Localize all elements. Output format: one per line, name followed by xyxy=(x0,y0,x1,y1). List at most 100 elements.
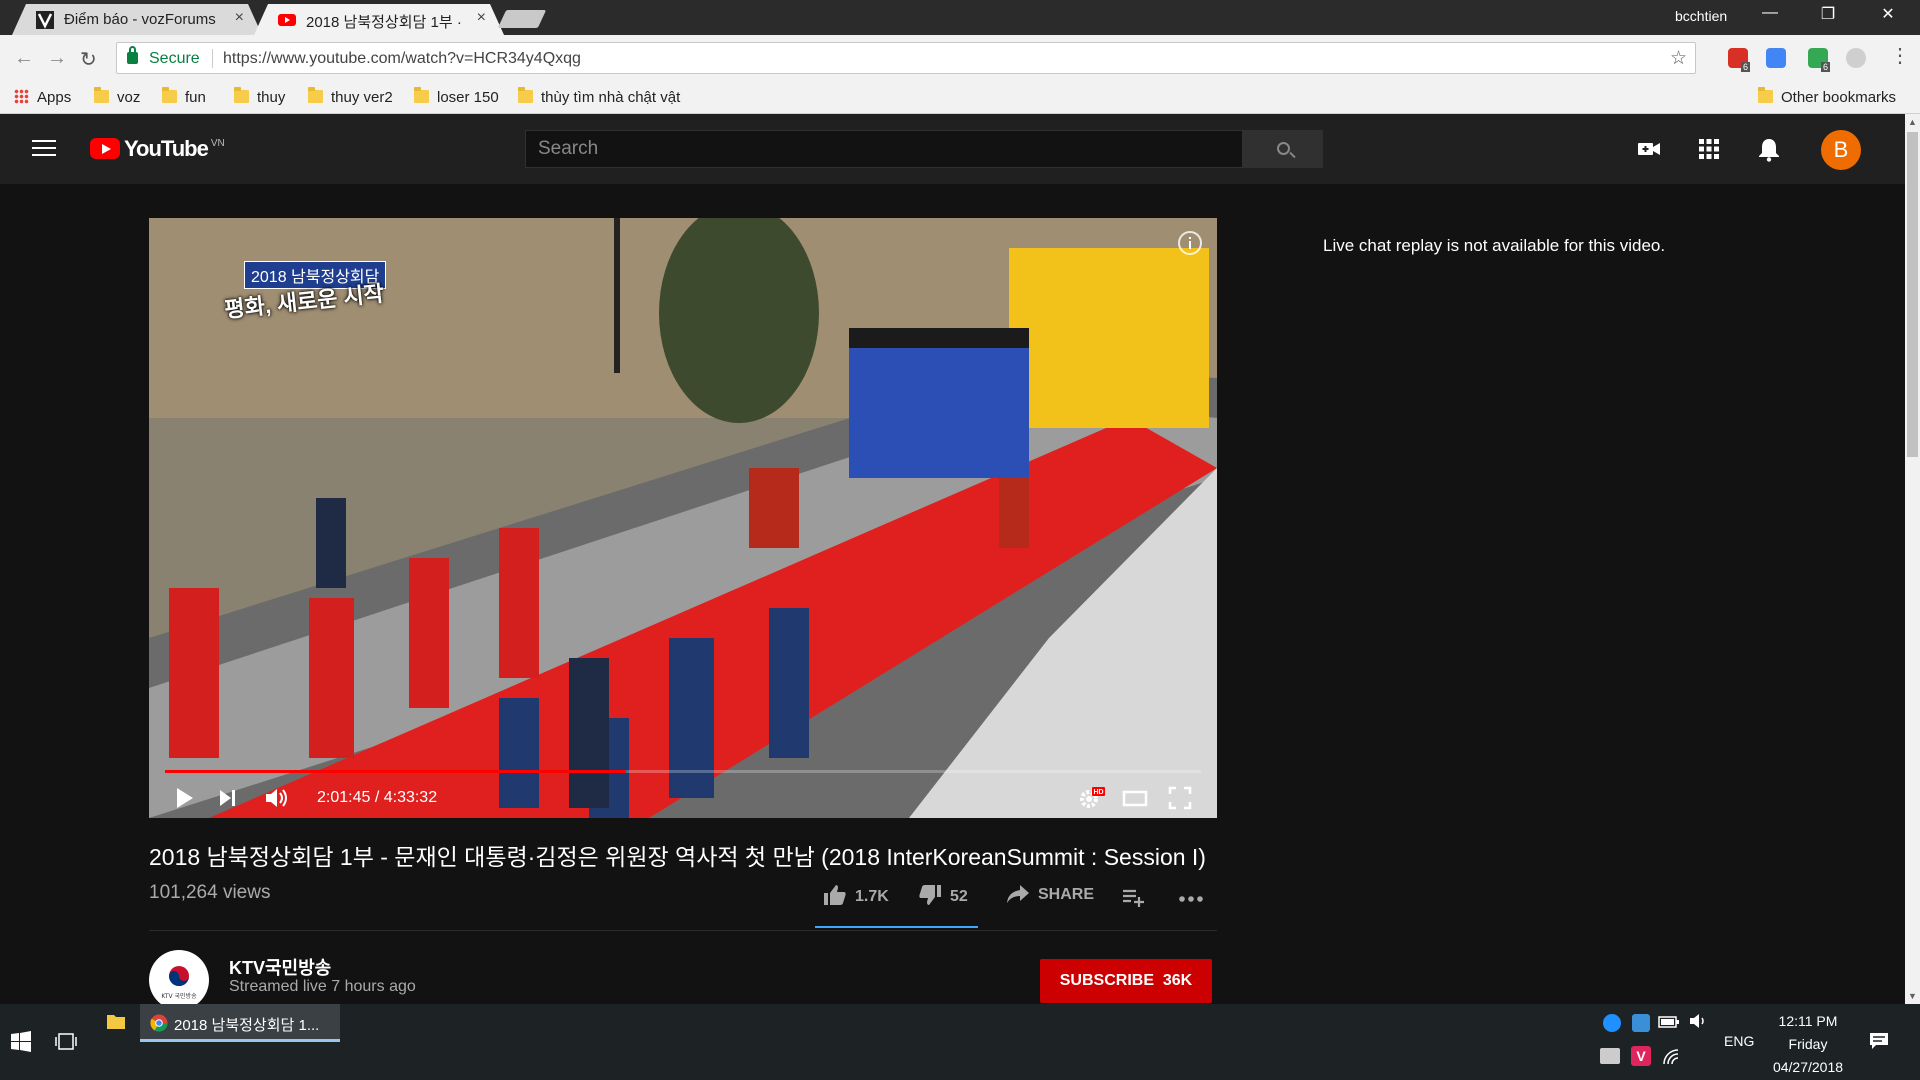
add-to-playlist-icon[interactable] xyxy=(1122,888,1146,908)
bookmark-loser-150[interactable]: loser 150 xyxy=(414,87,499,106)
restore-button[interactable]: ❐ xyxy=(1808,4,1848,24)
youtube-play-logo-icon xyxy=(90,138,120,159)
bookmark-fun[interactable]: fun xyxy=(162,87,206,106)
folder-icon xyxy=(414,87,429,103)
theater-mode-icon[interactable] xyxy=(1121,785,1149,811)
dislike-button[interactable]: 52 xyxy=(918,884,968,906)
minimize-button[interactable]: — xyxy=(1750,4,1790,22)
messenger-tray-icon[interactable] xyxy=(1603,1014,1621,1032)
page-scrollbar[interactable]: ▲ ▼ xyxy=(1905,114,1920,1004)
share-label: SHARE xyxy=(1038,886,1095,903)
tab-youtube[interactable]: 2018 남북정상회담 1부 · × xyxy=(254,4,504,35)
scroll-up-arrow-icon[interactable]: ▲ xyxy=(1908,117,1917,127)
settings-gear-icon[interactable]: HD xyxy=(1077,785,1105,811)
back-arrow-icon[interactable]: ← xyxy=(14,47,34,70)
tab-vozforums[interactable]: Điểm báo - vozForums × xyxy=(12,4,262,35)
apps-grid-icon xyxy=(14,89,29,104)
apps-grid-icon[interactable] xyxy=(1696,136,1722,162)
input-language[interactable]: ENG xyxy=(1724,1033,1754,1049)
like-count: 1.7K xyxy=(855,888,889,905)
volume-icon[interactable] xyxy=(263,785,291,811)
channel-avatar[interactable]: KTV 국민방송 xyxy=(149,950,209,1004)
chrome-menu-icon[interactable]: ⋮ xyxy=(1890,43,1910,68)
channel-name[interactable]: KTV국민방송 xyxy=(229,954,331,980)
folder-icon xyxy=(308,87,323,103)
new-tab-button[interactable] xyxy=(497,10,547,28)
forward-arrow-icon[interactable]: → xyxy=(47,47,67,70)
search-input[interactable] xyxy=(526,131,1242,167)
clock-date: 04/27/2018 xyxy=(1772,1059,1844,1075)
fullscreen-icon[interactable] xyxy=(1167,785,1193,811)
chrome-icon xyxy=(150,1014,168,1032)
network-app-tray-icon[interactable] xyxy=(1632,1014,1650,1032)
scroll-down-arrow-icon[interactable]: ▼ xyxy=(1908,991,1917,1001)
youtube-favicon-icon xyxy=(278,14,296,26)
address-bar[interactable]: Secure https://www.youtube.com/watch?v=H… xyxy=(116,42,1696,74)
youtube-logo[interactable]: YouTube VN xyxy=(90,138,225,160)
file-explorer-icon[interactable] xyxy=(106,1012,126,1030)
like-button[interactable]: 1.7K xyxy=(823,884,889,906)
extension-shield-icon[interactable]: 6 xyxy=(1808,48,1830,72)
bookmarks-bar: Apps voz fun thuy thuy ver2 loser 150 th… xyxy=(0,83,1920,114)
url-text[interactable]: https://www.youtube.com/watch?v=HCR34y4Q… xyxy=(223,50,581,68)
info-icon[interactable] xyxy=(1177,230,1203,256)
ktv-logo-icon: KTV 국민방송 xyxy=(161,966,197,1000)
tab-title: Điểm báo - vozForums xyxy=(64,11,216,28)
task-view-icon[interactable] xyxy=(54,1031,78,1053)
folder-icon xyxy=(94,87,109,103)
taskbar-chrome-window[interactable]: 2018 남북정상회담 1... xyxy=(140,1004,340,1042)
battery-icon[interactable] xyxy=(1658,1014,1680,1030)
windows-taskbar: 2018 남북정상회담 1... V ENG 12:11 PM Friday 0… xyxy=(0,1004,1920,1080)
scrollbar-thumb[interactable] xyxy=(1907,132,1918,457)
tab-title: 2018 남북정상회담 1부 · xyxy=(306,14,462,31)
next-video-icon[interactable] xyxy=(215,785,241,811)
notifications-bell-icon[interactable] xyxy=(1756,136,1782,162)
display-tray-icon[interactable] xyxy=(1600,1048,1620,1064)
bookmark-thuy-tim-nha[interactable]: thùy tìm nhà chật vật xyxy=(518,87,680,106)
action-center-icon[interactable] xyxy=(1868,1030,1890,1052)
upload-video-icon[interactable] xyxy=(1636,136,1662,162)
profile-name[interactable]: bcchtien xyxy=(1675,8,1727,24)
video-player[interactable]: 2018 남북정상회담 평화, 새로운 시작 2:01:45 / 4:33:32… xyxy=(149,218,1217,818)
bookmark-apps[interactable]: Apps xyxy=(14,89,71,106)
subscribe-button[interactable]: SUBSCRIBE 36K xyxy=(1040,959,1212,1003)
extension-adblock-icon[interactable]: 6 xyxy=(1728,48,1750,72)
dislike-count: 52 xyxy=(950,888,968,905)
folder-icon xyxy=(518,87,533,103)
more-actions-icon[interactable] xyxy=(1178,894,1204,904)
extension-gray-icon[interactable] xyxy=(1846,48,1866,68)
clock-day: Friday xyxy=(1788,1036,1828,1052)
progress-bar[interactable] xyxy=(165,770,1201,773)
tab-close-icon[interactable]: × xyxy=(235,9,244,27)
close-window-button[interactable]: ✕ xyxy=(1868,4,1908,24)
browser-tab-strip: Điểm báo - vozForums × 2018 남북정상회담 1부 · … xyxy=(0,0,1920,35)
bookmark-voz[interactable]: voz xyxy=(94,87,140,106)
player-controls: 2:01:45 / 4:33:32 HD xyxy=(149,778,1217,818)
wifi-icon[interactable] xyxy=(1662,1048,1680,1066)
subscriber-count: 36K xyxy=(1162,972,1193,989)
other-bookmarks[interactable]: Other bookmarks xyxy=(1758,87,1896,106)
folder-icon xyxy=(234,87,249,103)
live-chat-replay-message: Live chat replay is not available for th… xyxy=(1323,236,1666,255)
account-avatar[interactable]: B xyxy=(1821,130,1861,170)
bookmark-thuy[interactable]: thuy xyxy=(234,87,285,106)
system-clock[interactable]: 12:11 PM Friday 04/27/2018 xyxy=(1760,1010,1856,1079)
search-box xyxy=(525,130,1243,168)
tab-close-icon[interactable]: × xyxy=(477,9,486,27)
play-icon[interactable] xyxy=(171,785,197,811)
reload-icon[interactable]: ↻ xyxy=(80,47,97,72)
video-title: 2018 남북정상회담 1부 - 문재인 대통령·김정은 위원장 역사적 첫 만… xyxy=(149,844,1206,870)
share-button[interactable]: SHARE xyxy=(1006,884,1094,904)
bookmark-thuy-ver2[interactable]: thuy ver2 xyxy=(308,87,393,106)
hamburger-menu-icon[interactable] xyxy=(32,140,56,158)
speaker-volume-icon[interactable] xyxy=(1688,1012,1710,1030)
vivaldi-tray-icon[interactable]: V xyxy=(1631,1046,1651,1066)
region-label: VN xyxy=(210,138,225,149)
extension-translate-icon[interactable] xyxy=(1766,48,1786,68)
bookmark-star-icon[interactable]: ☆ xyxy=(1670,47,1687,70)
streamed-time: Streamed live 7 hours ago xyxy=(229,978,416,995)
folder-icon xyxy=(162,87,177,103)
windows-start-icon[interactable] xyxy=(10,1031,32,1053)
subscribe-label: SUBSCRIBE xyxy=(1059,972,1154,989)
search-button[interactable] xyxy=(1243,130,1323,168)
